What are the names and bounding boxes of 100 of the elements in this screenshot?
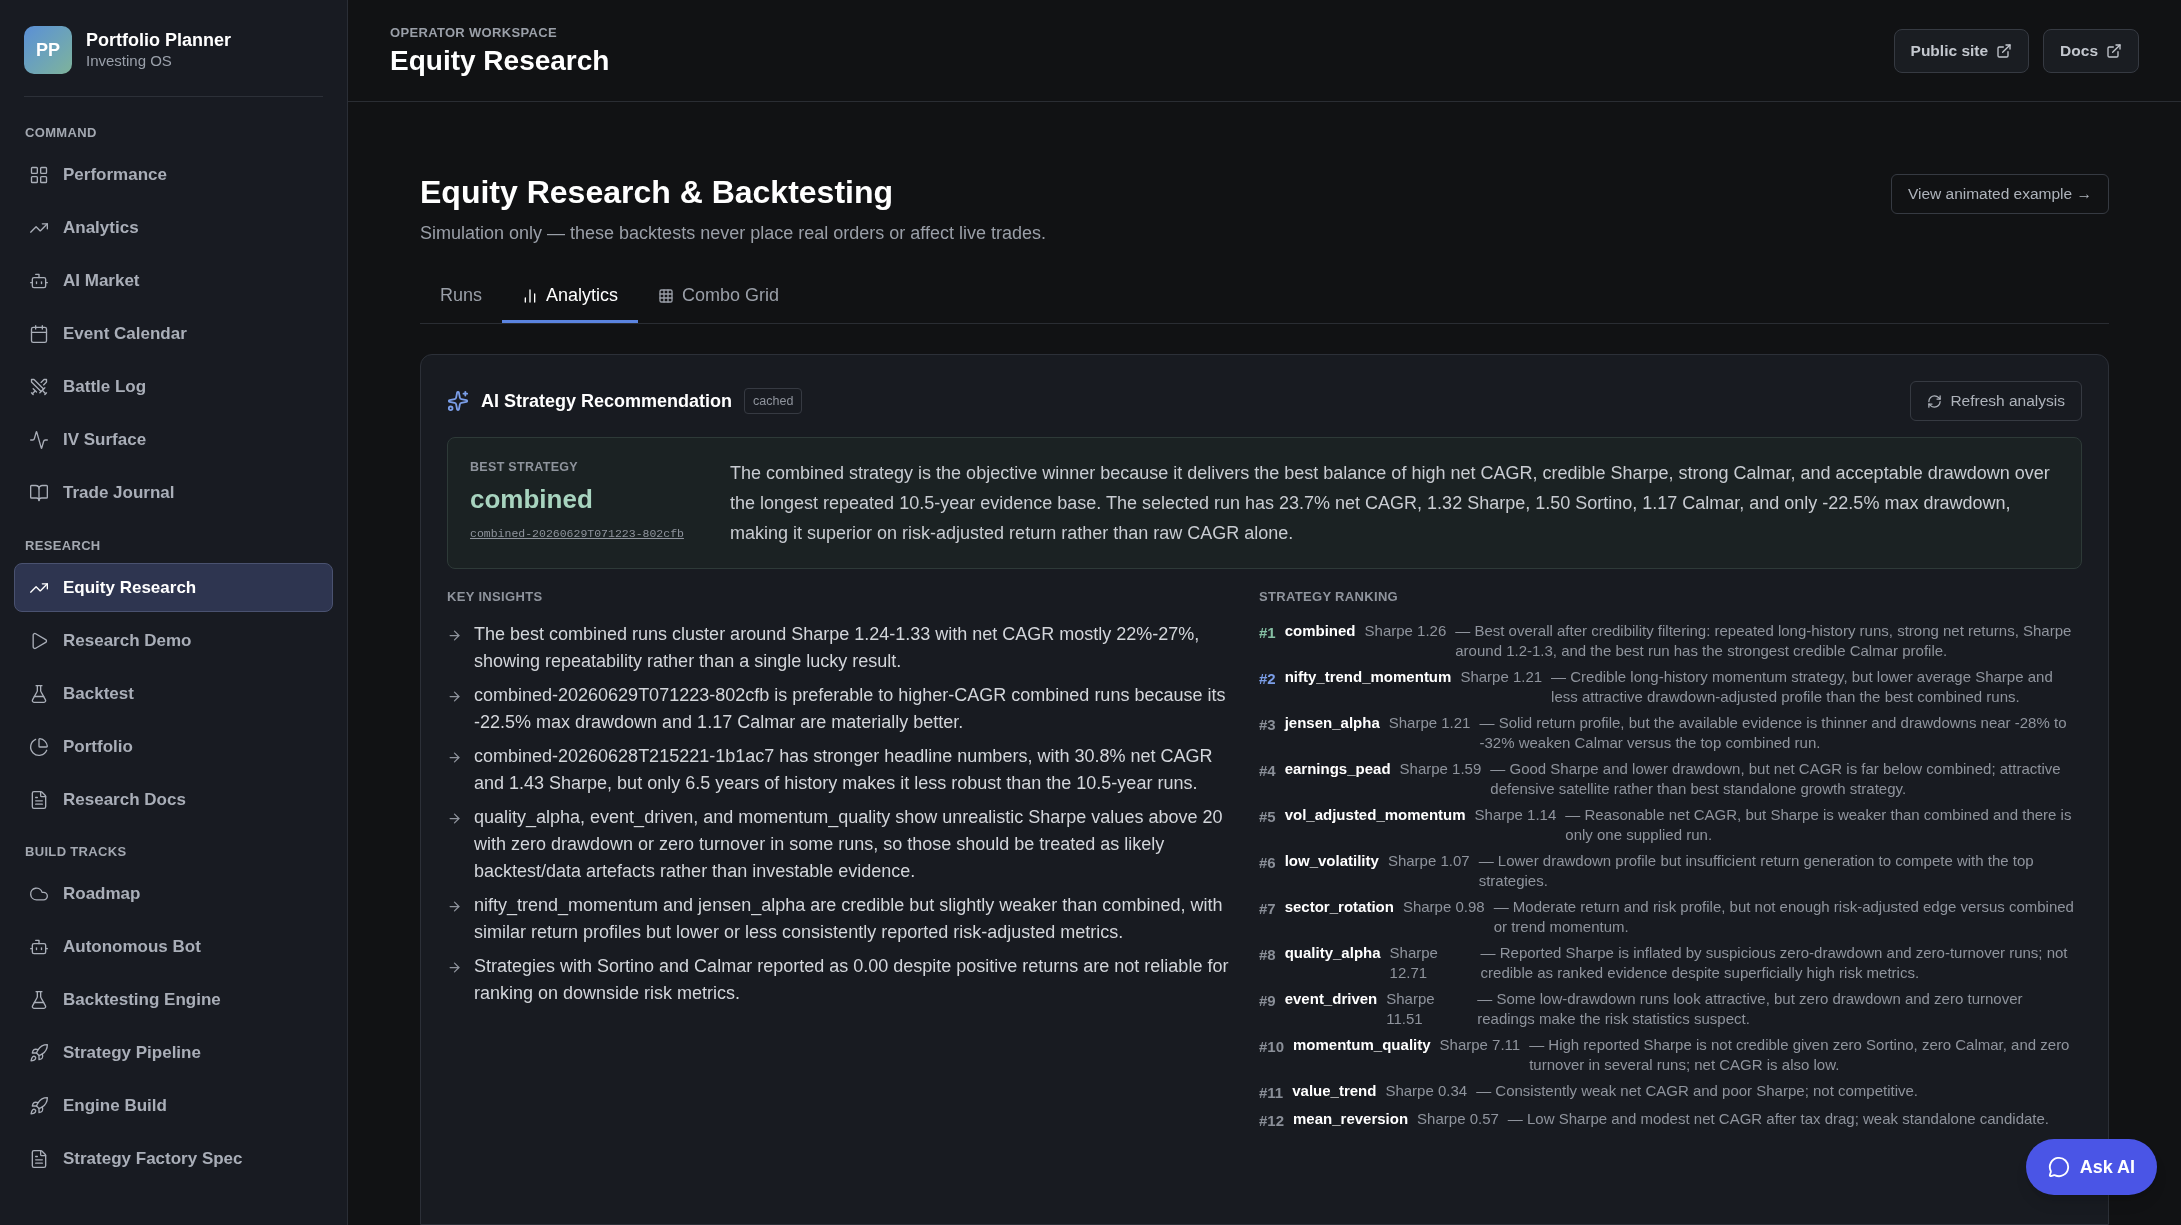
arrow-icon [447,627,462,643]
rank-number: #4 [1259,760,1276,781]
book-icon [29,483,49,503]
workspace-title: Equity Research [390,43,610,78]
example-link[interactable]: View animated example → [1890,174,2109,214]
strategy-name: event_driven [1284,988,1378,1009]
ranking-note: — Moderate return and risk profile, but not enough risk-adjusted edge versus combined or trend momentum. [1493,896,2075,937]
ranking-note: — High reported Sharpe is not credible given zero Sortino, zero Calmar, and zero turnover in several runs; net CAGR is also low. [1529,1034,2071,1075]
strategy-name: value_trend [1292,1080,1377,1101]
section-heading: RESEARCH [24,536,102,555]
sidebar-item[interactable]: Portfolio [14,722,333,771]
sidebar-item[interactable]: Analytics [14,203,333,253]
strategy-name: vol_adjusted_momentum [1284,804,1466,825]
sidebar-item[interactable]: Research Demo [14,616,333,665]
sidebar-item[interactable]: Battle Log [14,362,333,412]
sharpe-value: Sharpe 0.57 [1417,1108,1499,1129]
sidebar-item[interactable]: Research Docs [14,775,333,824]
sidebar-item[interactable]: Autonomous Bot [14,922,333,972]
sparkles-icon [447,390,469,412]
external-link-icon [1996,42,2013,59]
strategy-name: sector_rotation [1284,896,1394,917]
sidebar-item[interactable]: Equity Research [14,563,333,612]
flask-icon [29,683,49,704]
rank-number: #6 [1259,852,1276,873]
sidebar-item[interactable]: Backtesting Engine [14,975,333,1025]
refresh-button[interactable]: Refresh analysis [1910,381,2082,421]
insight-text: combined-20260629T071223-802cfb is preferable to higher-CAGR combined runs because its -22.5% max drawdown and 1.17 Calmar are materially better. [474,683,1227,734]
sidebar-item[interactable]: Strategy Factory Spec [14,1134,333,1184]
flask-icon [29,990,49,1010]
ranking-note: — Credible long-history momentum strategy, but lower average Sharpe and less attractive drawdown-adjusted profile than the best combined runs. [1551,666,2054,707]
refresh-icon [1927,393,1943,409]
section-heading: BUILD TRACKS [24,843,128,861]
workspace-label: OPERATOR WORKSPACE [390,24,558,43]
sidebar-item[interactable]: AI Market [14,256,333,306]
sidebar-item[interactable]: Performance [14,150,333,200]
chat-bubble-icon [2047,1156,2070,1178]
sharpe-value: Sharpe 1.07 [1387,850,1470,871]
sharpe-value: Sharpe 11.51 [1386,988,1436,1029]
brand-logo: PP [24,26,72,74]
rank-number: #1 [1259,622,1276,643]
section-heading: COMMAND [24,124,98,142]
tab[interactable]: Runs [420,271,503,323]
arrow-icon [447,898,462,914]
arrow-icon [447,688,462,704]
recommendation-summary: The combined strategy is the objective winner because it delivers the best balance of high net CAGR, credible Sharpe, strong Calmar, and acceptable drawdown over the longest repeated 10.5-year evidence base. The selected run has 23.7% net CAGR, 1.32 Sharpe, 1.50 Sortino, 1.17 Calmar, and only -22.5% max drawdown, making it superior on risk-adjusted return rather than raw CAGR alone. [730,462,2051,545]
sidebar-item[interactable]: Strategy Pipeline [14,1028,333,1078]
sidebar-item[interactable]: Backtest [14,669,333,718]
arrow-icon [447,810,462,826]
ranking-note: — Low Sharpe and modest net CAGR after tax drag; weak standalone candidate. [1507,1108,2050,1129]
brand-subtitle: Investing OS [86,51,173,71]
arrow-icon [447,959,462,975]
insight-text: quality_alpha, event_driven, and momentum_quality show unrealistic Sharpe values above 20 with zero drawdown or zero turnover in some runs, so those should be treated as likely backtest/data artefacts rather than investable evidence. [474,805,1224,883]
tab[interactable]: Analytics [502,271,639,323]
external-link-icon [2106,42,2122,59]
sharpe-value: Sharpe 7.11 [1439,1034,1521,1055]
card-title: AI Strategy Recommendation [481,389,733,413]
rank-number: #11 [1259,1082,1284,1103]
sidebar-item[interactable]: Trade Journal [14,468,333,518]
ranking-note: — Reasonable net CAGR, but Sharpe is weaker than combined and there is only one supplied run. [1565,804,2073,845]
rocket-icon [29,1043,49,1063]
ask-ai-button[interactable]: Ask AI [2025,1139,2157,1195]
sharpe-value: Sharpe 1.26 [1364,620,1447,641]
strategy-name: momentum_quality [1293,1034,1431,1055]
strategy-name: jensen_alpha [1284,712,1380,733]
ranking-note: — Lower drawdown profile but insufficient return generation to compete with the top strategies. [1478,850,2035,891]
external-link[interactable]: Docs [2043,28,2139,73]
rocket-icon [29,1096,49,1116]
insight-text: Strategies with Sortino and Calmar reported as 0.00 despite positive returns are not reliable for ranking on downside risk metrics. [474,954,1230,1005]
external-link[interactable]: Public site [1893,28,2030,73]
sidebar-item[interactable]: Roadmap [14,869,333,919]
insight-text: combined-20260628T215221-1b1ac7 has stronger headline numbers, with 30.8% net CAGR and 1.43 Sharpe, but only 6.5 years of history makes it less robust than the 10.5-year runs. [474,744,1214,795]
rank-number: #12 [1259,1110,1285,1131]
sidebar-item[interactable]: Engine Build [14,1081,333,1131]
sharpe-value: Sharpe 0.34 [1385,1080,1468,1101]
section-heading: KEY INSIGHTS [447,588,544,606]
run-id-link[interactable]: combined-20260629T071223-802cfb [470,525,710,543]
insight-text: The best combined runs cluster around Sharpe 1.24-1.33 with net CAGR mostly 22%-27%, showing repeatability rather than a single lucky result. [474,622,1201,673]
section-heading: STRATEGY RANKING [1259,588,1400,606]
tab[interactable]: Combo Grid [638,271,800,323]
strategy-name: combined [1284,620,1356,641]
swords-icon [29,377,49,397]
sidebar-item[interactable]: Event Calendar [14,309,333,359]
pie-chart-icon [29,736,49,757]
ranking-note: — Good Sharpe and lower drawdown, but net CAGR is far below combined; attractive defensive satellite rather than best standalone growth strategy. [1490,758,2062,799]
document-icon [29,1149,49,1169]
rank-number: #7 [1259,898,1276,919]
calendar-icon [29,324,49,344]
ranking-note: — Best overall after credibility filtering: repeated long-history runs, strong net returns, Sharpe around 1.2-1.3, and the best run has the strongest credible Calmar profile. [1455,620,2073,661]
sharpe-value: Sharpe 1.14 [1474,804,1557,825]
sharpe-value: Sharpe 12.71 [1389,942,1439,983]
page-title: Equity Research & Backtesting [420,173,895,212]
strategy-name: quality_alpha [1284,942,1381,963]
rank-number: #10 [1259,1036,1285,1057]
sharpe-value: Sharpe 1.21 [1460,666,1543,687]
rank-number: #2 [1259,668,1276,689]
best-strategy-name: combined [470,482,594,516]
sidebar-item[interactable]: IV Surface [14,415,333,465]
strategy-name: nifty_trend_momentum [1284,666,1452,687]
strategy-name: earnings_pead [1284,758,1391,779]
insight-text: nifty_trend_momentum and jensen_alpha are credible but slightly weaker than combined, with similar return profiles but lower or less consistently reported risk-adjusted metrics. [474,893,1224,944]
